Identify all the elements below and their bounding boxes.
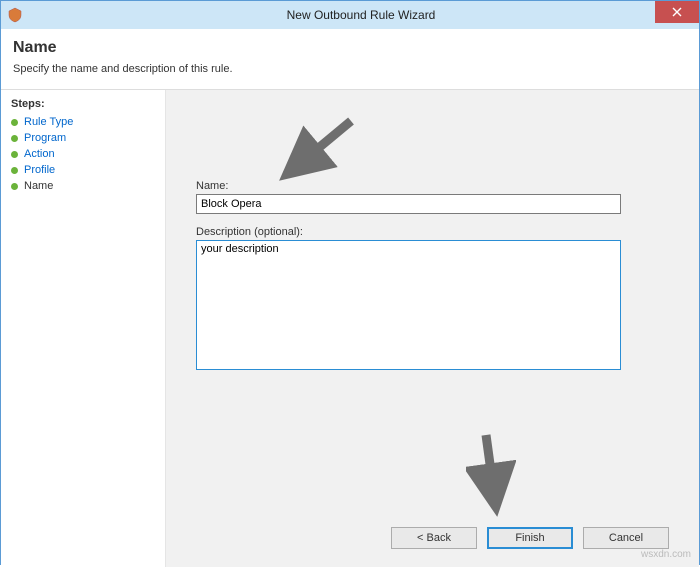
- close-button[interactable]: [655, 1, 699, 23]
- wizard-header: Name Specify the name and description of…: [1, 29, 699, 90]
- titlebar: New Outbound Rule Wizard: [1, 1, 699, 29]
- content-panel: Name: Description (optional): < Back Fin…: [166, 90, 699, 567]
- step-label: Action: [24, 148, 55, 160]
- window-title: New Outbound Rule Wizard: [23, 8, 699, 22]
- button-row: < Back Finish Cancel: [391, 527, 669, 549]
- close-icon: [672, 7, 682, 17]
- bullet-icon: [11, 119, 18, 126]
- bullet-icon: [11, 135, 18, 142]
- description-input[interactable]: [196, 240, 621, 370]
- watermark: wsxdn.com: [641, 549, 691, 560]
- name-input[interactable]: [196, 194, 621, 214]
- step-program[interactable]: Program: [1, 130, 165, 146]
- step-label: Rule Type: [24, 116, 73, 128]
- step-name[interactable]: Name: [1, 178, 165, 194]
- finish-button[interactable]: Finish: [487, 527, 573, 549]
- cancel-button[interactable]: Cancel: [583, 527, 669, 549]
- bullet-icon: [11, 151, 18, 158]
- description-label: Description (optional):: [196, 226, 669, 238]
- name-field-group: Name:: [196, 180, 669, 214]
- step-action[interactable]: Action: [1, 146, 165, 162]
- step-label: Program: [24, 132, 66, 144]
- body-area: Steps: Rule Type Program Action Profile …: [1, 90, 699, 567]
- description-field-group: Description (optional):: [196, 226, 669, 393]
- bullet-icon: [11, 183, 18, 190]
- step-label: Profile: [24, 164, 55, 176]
- step-profile[interactable]: Profile: [1, 162, 165, 178]
- back-button[interactable]: < Back: [391, 527, 477, 549]
- annotation-arrow-icon: [466, 430, 516, 520]
- page-subtitle: Specify the name and description of this…: [13, 63, 687, 75]
- step-label: Name: [24, 180, 53, 192]
- name-label: Name:: [196, 180, 669, 192]
- annotation-arrow-icon: [271, 115, 361, 185]
- page-title: Name: [13, 39, 687, 57]
- app-icon: [7, 7, 23, 23]
- step-rule-type[interactable]: Rule Type: [1, 114, 165, 130]
- steps-panel: Steps: Rule Type Program Action Profile …: [1, 90, 166, 567]
- steps-header: Steps:: [1, 96, 165, 114]
- wizard-window: New Outbound Rule Wizard Name Specify th…: [0, 0, 700, 565]
- bullet-icon: [11, 167, 18, 174]
